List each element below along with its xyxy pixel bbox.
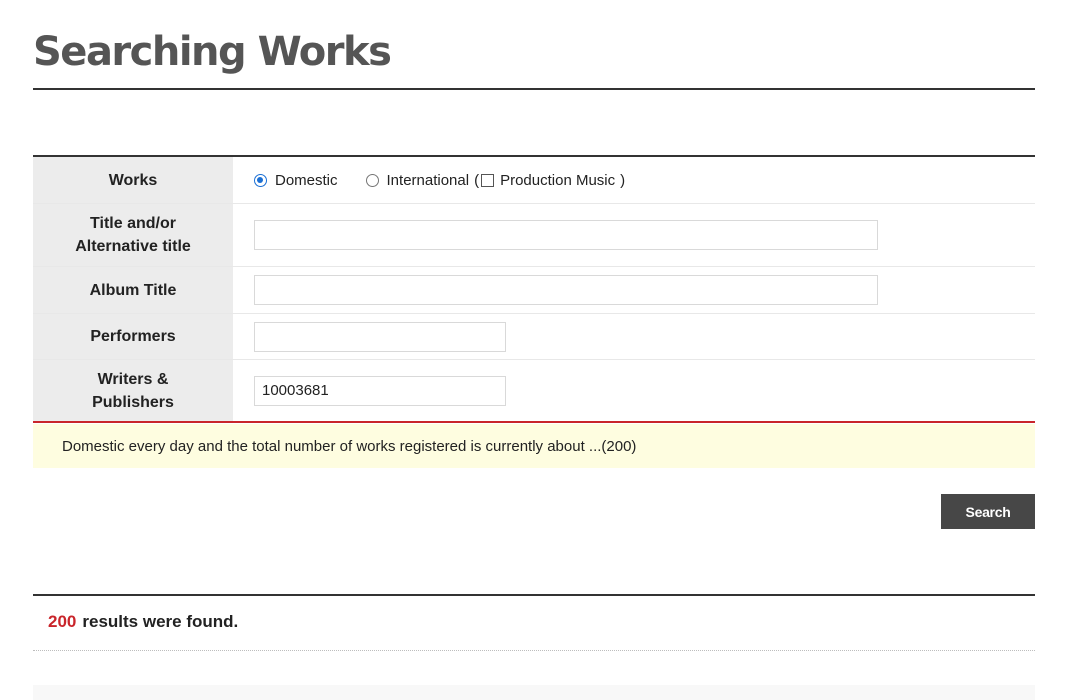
title-cell <box>233 204 1035 266</box>
works-row: Works Domestic International ( Productio… <box>33 157 1035 204</box>
album-title-input[interactable] <box>254 275 878 305</box>
album-cell <box>233 267 1035 313</box>
page-title: Searching Works <box>33 29 392 75</box>
international-radio[interactable] <box>365 173 379 187</box>
results-summary: 200 results were found. <box>48 612 238 632</box>
performers-input[interactable] <box>254 321 506 352</box>
domestic-label[interactable]: Domestic <box>275 172 338 189</box>
writers-label: Writers & Publishers <box>33 360 233 421</box>
title-label: Title and/or Alternative title <box>33 204 233 266</box>
domestic-option[interactable]: Domestic <box>254 172 338 189</box>
domestic-radio[interactable] <box>254 173 267 187</box>
works-options: Domestic International ( Production Musi… <box>233 157 1035 203</box>
performers-cell <box>233 314 1035 359</box>
production-music-checkbox[interactable] <box>481 173 495 187</box>
performers-label: Performers <box>33 314 233 359</box>
results-list-top <box>33 685 1035 700</box>
title-label-line1: Title and/or <box>90 215 176 232</box>
close-paren: ) <box>620 171 626 189</box>
album-label: Album Title <box>33 267 233 313</box>
results-divider <box>33 594 1035 596</box>
writers-publishers-input[interactable] <box>254 375 506 406</box>
search-button[interactable]: Search <box>941 494 1035 529</box>
production-music-option[interactable]: Production Music ) <box>479 172 625 189</box>
title-input[interactable] <box>254 220 878 250</box>
performers-row: Performers <box>33 314 1035 360</box>
production-music-label[interactable]: Production Music <box>500 172 615 189</box>
notice-text: Domestic every day and the total number … <box>62 437 637 455</box>
writers-cell <box>233 360 1035 421</box>
writers-label-line2: Publishers <box>92 393 174 411</box>
notice-banner: Domestic every day and the total number … <box>33 424 1035 468</box>
results-count: 200 <box>48 612 77 631</box>
results-text: results were found. <box>82 612 239 631</box>
results-dotted-divider <box>33 650 1035 651</box>
search-form: Works Domestic International ( Productio… <box>33 155 1035 423</box>
title-divider <box>33 88 1035 90</box>
title-label-line2: Alternative title <box>75 238 191 255</box>
international-label[interactable]: International <box>387 172 470 189</box>
title-row: Title and/or Alternative title <box>33 204 1035 267</box>
writers-label-line1: Writers & <box>97 370 169 388</box>
writers-row: Writers & Publishers <box>33 360 1035 423</box>
works-label: Works <box>33 157 233 203</box>
international-option[interactable]: International ( <box>365 172 479 189</box>
page: Searching Works Works Domestic Internati… <box>0 0 1065 700</box>
album-row: Album Title <box>33 267 1035 314</box>
